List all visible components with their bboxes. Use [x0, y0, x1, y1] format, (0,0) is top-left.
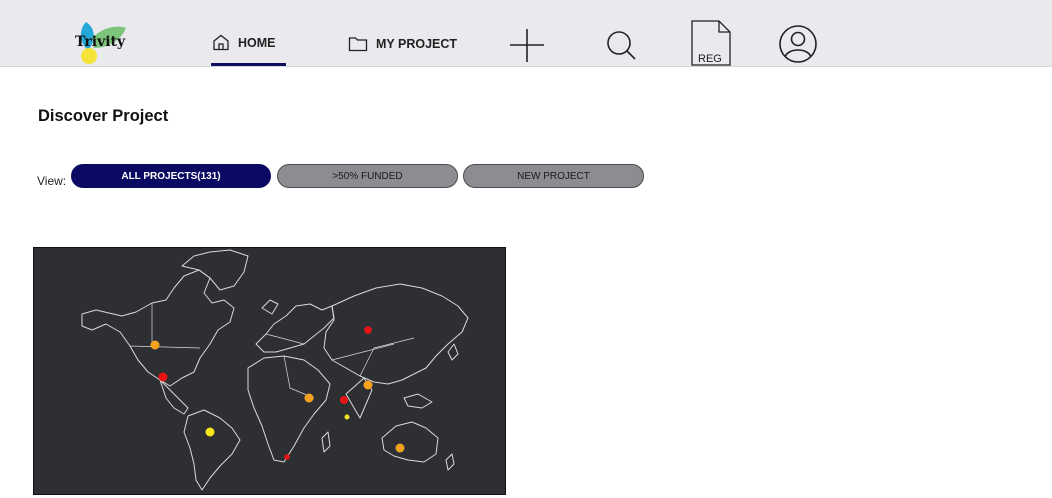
home-icon [213, 34, 229, 51]
nav-home-label: HOME [238, 35, 276, 50]
view-label: View: [37, 174, 67, 188]
marker-china[interactable] [363, 380, 373, 390]
plus-icon [510, 29, 544, 62]
register-button[interactable]: REG [690, 19, 732, 72]
top-navbar: Trivity HOME MY PROJECT REG [0, 0, 1052, 67]
marker-brazil[interactable] [205, 427, 215, 437]
search-icon [607, 31, 636, 60]
search-button[interactable] [604, 28, 638, 67]
marker-australia[interactable] [395, 443, 405, 453]
marker-india[interactable] [340, 396, 348, 404]
nav-home[interactable]: HOME [212, 34, 276, 51]
map-markers-layer [150, 326, 405, 460]
nav-my-project-label: MY PROJECT [376, 37, 458, 51]
document-reg-icon: REG [691, 20, 731, 66]
marker-united-states[interactable] [158, 372, 168, 382]
marker-russia[interactable] [364, 326, 372, 334]
user-avatar-icon [779, 25, 817, 63]
marker-canada[interactable] [150, 340, 160, 350]
logo-text: Trivity [75, 34, 126, 50]
marker-indian-ocean[interactable] [344, 414, 350, 420]
add-project-button[interactable] [509, 28, 545, 69]
filter-new-project[interactable]: NEW PROJECT [463, 164, 644, 188]
reg-label: REG [698, 53, 722, 65]
filter-over-50-funded[interactable]: >50% FUNDED [277, 164, 458, 188]
profile-button[interactable] [778, 24, 818, 69]
active-tab-indicator [211, 63, 286, 66]
folder-icon [348, 37, 368, 52]
marker-east-africa[interactable] [304, 393, 314, 403]
marker-south-africa[interactable] [284, 454, 290, 460]
page-title: Discover Project [38, 107, 169, 125]
app-logo[interactable]: Trivity [70, 18, 132, 66]
nav-my-project[interactable]: MY PROJECT [348, 36, 457, 52]
filter-all-projects[interactable]: ALL PROJECTS(131) [71, 164, 271, 188]
world-map[interactable] [33, 247, 506, 495]
